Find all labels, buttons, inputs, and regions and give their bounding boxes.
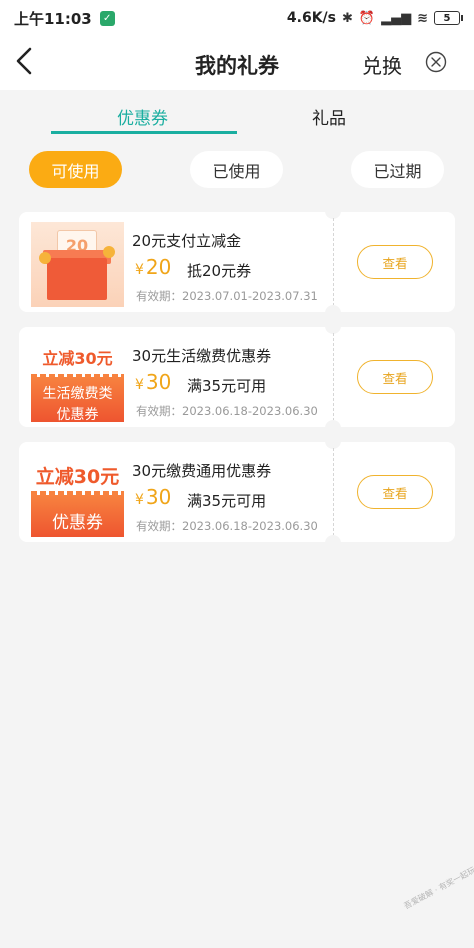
card-divider (333, 448, 334, 536)
coupon-price: ¥30 (135, 370, 171, 394)
shield-icon: ✓ (99, 10, 115, 26)
header: 我的礼券 兑换 (0, 36, 474, 90)
status-right: 4.6K/s ✱ ⏰ ▂▄▆ ≋ 5 (286, 10, 463, 26)
view-button[interactable]: 查看 (357, 360, 433, 394)
coupon-condition: 抵20元券 (187, 262, 252, 280)
card-notch (325, 420, 341, 428)
tab-active-indicator (51, 131, 237, 134)
coupon-amount: 30 (145, 485, 172, 509)
currency-symbol: ¥ (135, 377, 144, 393)
filter-available[interactable]: 可使用 (29, 151, 122, 188)
thumb-band: 优惠券 (31, 495, 124, 537)
coupon-thumbnail: 立减30元 优惠券 (31, 452, 124, 537)
coupon-condition: 满35元可用 (187, 377, 267, 395)
wifi-icon: ≋ (417, 10, 428, 26)
coupon-card[interactable]: 20 20元支付立减金 ¥20 抵20元券 有效期：2023.07.01-202… (19, 211, 455, 313)
watermark: 吾爱破解 · 有奖一起玩 · www.52pojie.cn (402, 832, 474, 911)
filter-expired[interactable]: 已过期 (351, 151, 444, 188)
page-title: 我的礼券 (195, 54, 279, 78)
coin-icon (39, 252, 51, 264)
thumb-band: 生活缴费类 优惠券 (31, 377, 124, 422)
battery-level: 5 (443, 12, 451, 24)
view-button[interactable]: 查看 (357, 475, 433, 509)
currency-symbol: ¥ (135, 262, 144, 278)
view-button[interactable]: 查看 (357, 245, 433, 279)
bluetooth-icon: ✱ (342, 10, 353, 26)
signal-icon: ▂▄▆ (381, 10, 412, 26)
filter-used[interactable]: 已使用 (190, 151, 283, 188)
exchange-button[interactable]: 兑换 (362, 50, 402, 79)
close-circle-icon[interactable] (424, 50, 448, 74)
coupon-name: 30元缴费通用优惠券 (132, 462, 272, 480)
tab-bar: 优惠券 礼品 (0, 90, 474, 140)
coupon-price: ¥30 (135, 485, 171, 509)
coupon-validity: 有效期：2023.06.18-2023.06.30 (136, 404, 318, 418)
status-bar: 上午11:03 ✓ 4.6K/s ✱ ⏰ ▂▄▆ ≋ 5 (0, 0, 474, 36)
coupon-name: 20元支付立减金 (132, 232, 242, 250)
thumb-band-text: 优惠券 (52, 513, 103, 533)
card-notch (325, 305, 341, 313)
coupon-validity: 有效期：2023.07.01-2023.07.31 (136, 289, 318, 303)
thumb-top-text: 立减30元 (42, 349, 113, 368)
network-speed: 4.6K/s (286, 10, 336, 26)
coupon-price: ¥20 (135, 255, 171, 279)
coin-icon (103, 246, 115, 258)
coupon-validity: 有效期：2023.06.18-2023.06.30 (136, 519, 318, 533)
coupon-condition: 满35元可用 (187, 492, 267, 510)
card-notch (325, 535, 341, 543)
coupon-card[interactable]: 立减30元 优惠券 30元缴费通用优惠券 ¥30 满35元可用 有效期：2023… (19, 441, 455, 543)
tab-coupons[interactable]: 优惠券 (117, 104, 168, 129)
thumb-box (47, 258, 107, 300)
coupon-amount: 20 (145, 255, 172, 279)
status-time: 上午11:03 (14, 9, 92, 28)
coupon-thumbnail: 立减30元 生活缴费类 优惠券 (31, 337, 124, 422)
battery-icon: 5 (434, 11, 463, 25)
coupon-amount: 30 (145, 370, 172, 394)
alarm-icon: ⏰ (358, 10, 376, 26)
thumb-top-text: 立减30元 (35, 466, 120, 488)
coupon-name: 30元生活缴费优惠券 (132, 347, 272, 365)
coupon-card[interactable]: 立减30元 生活缴费类 优惠券 30元生活缴费优惠券 ¥30 满35元可用 有效… (19, 326, 455, 428)
tab-gifts[interactable]: 礼品 (312, 104, 346, 129)
thumb-band-line1: 生活缴费类 (42, 386, 113, 402)
card-divider (333, 218, 334, 306)
currency-symbol: ¥ (135, 492, 144, 508)
gift-box-image: 20 (31, 222, 124, 307)
thumb-band-line2: 优惠券 (56, 407, 99, 422)
card-divider (333, 333, 334, 421)
